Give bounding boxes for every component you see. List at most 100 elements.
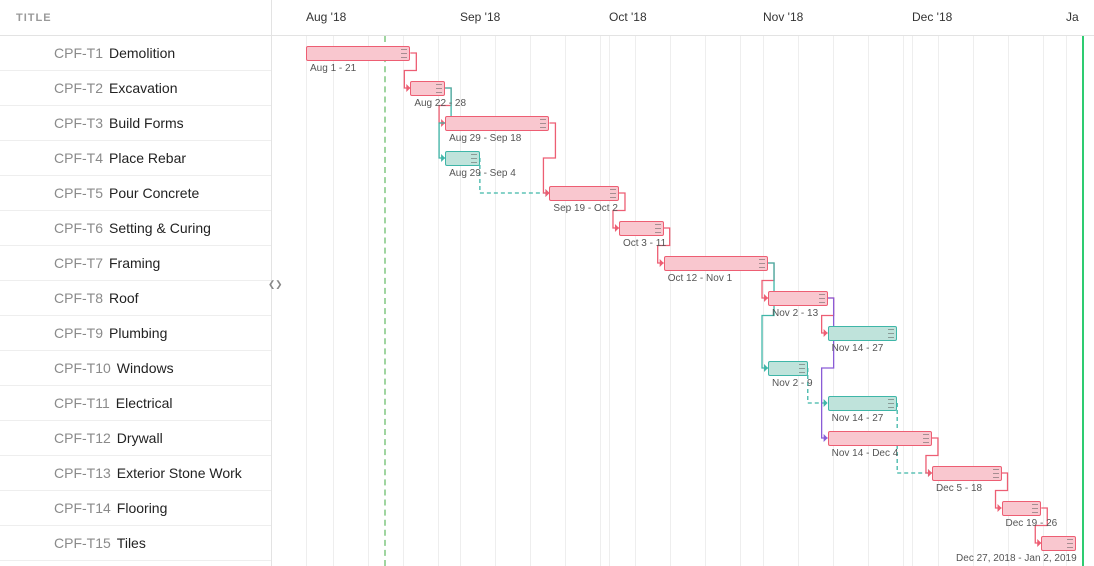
task-panel: TITLE CPF-T1DemolitionCPF-T2ExcavationCP…: [0, 0, 272, 566]
month-label: Sep '18: [460, 10, 500, 24]
timeline-panel: Aug '18 Sep '18 Oct '18 Nov '18 Dec '18 Ja Au…: [272, 0, 1094, 566]
task-name: Roof: [109, 290, 139, 306]
gantt-bar[interactable]: [828, 396, 898, 411]
gantt-bar[interactable]: [549, 186, 619, 201]
gantt-bars: Aug 1 - 21Aug 22 - 28Aug 29 - Sep 18Aug …: [272, 36, 1094, 566]
bar-row: Dec 27, 2018 - Jan 2, 2019: [272, 526, 1094, 561]
bar-row: Aug 29 - Sep 18: [272, 106, 1094, 141]
task-row[interactable]: CPF-T11 Electrical: [0, 386, 271, 421]
task-row[interactable]: CPF-T8 Roof: [0, 281, 271, 316]
bar-resize-handle-icon[interactable]: [655, 224, 661, 233]
gantt-app: TITLE CPF-T1DemolitionCPF-T2ExcavationCP…: [0, 0, 1094, 566]
task-code: CPF-T1: [54, 45, 103, 61]
task-row[interactable]: CPF-T15 Tiles: [0, 526, 271, 561]
bar-resize-handle-icon[interactable]: [923, 434, 929, 443]
task-code: CPF-T7: [54, 255, 103, 271]
task-row[interactable]: CPF-T13 Exterior Stone Work: [0, 456, 271, 491]
task-row[interactable]: CPF-T5 Pour Concrete: [0, 176, 271, 211]
bar-resize-handle-icon[interactable]: [993, 469, 999, 478]
task-row[interactable]: CPF-T6 Setting & Curing: [0, 211, 271, 246]
task-code: CPF-T4: [54, 150, 103, 166]
task-list: CPF-T1 Demolition CPF-T2 Excavation CPF-T3 Bu…: [0, 36, 271, 566]
task-name: Setting & Curing: [109, 220, 211, 236]
task-row[interactable]: CPF-T12Drywall: [0, 421, 271, 456]
gantt-bar[interactable]: [664, 256, 768, 271]
month-label: Oct '18: [609, 10, 647, 24]
task-code: CPF-T8: [54, 290, 103, 306]
task-code: CPF-T12: [54, 430, 111, 446]
task-name: Place Rebar: [109, 150, 186, 166]
bar-resize-handle-icon[interactable]: [888, 399, 894, 408]
gantt-bar[interactable]: [768, 291, 828, 306]
task-row[interactable]: CPF-T4 Place Rebar: [0, 141, 271, 176]
task-name: Tiles: [117, 535, 146, 551]
bar-resize-handle-icon[interactable]: [888, 329, 894, 338]
task-row[interactable]: CPF-T3 Build Forms: [0, 106, 271, 141]
bar-row: Nov 14 - Dec 4: [272, 421, 1094, 456]
task-code: CPF-T13: [54, 465, 111, 481]
bar-resize-handle-icon[interactable]: [540, 119, 546, 128]
task-code: CPF-T6: [54, 220, 103, 236]
bar-row: Dec 5 - 18: [272, 456, 1094, 491]
bar-resize-handle-icon[interactable]: [819, 294, 825, 303]
task-row[interactable]: CPF-T9 Plumbing: [0, 316, 271, 351]
task-code: CPF-T2: [54, 80, 103, 96]
bar-row: Nov 14 - 27: [272, 386, 1094, 421]
task-code: CPF-T3: [54, 115, 103, 131]
task-name: Pour Concrete: [109, 185, 199, 201]
task-row[interactable]: CPF-T1 Demolition: [0, 36, 271, 71]
gantt-bar[interactable]: [619, 221, 664, 236]
bar-resize-handle-icon[interactable]: [471, 154, 477, 163]
gantt-bar[interactable]: [1041, 536, 1076, 551]
gantt-bar[interactable]: [445, 151, 480, 166]
bar-resize-handle-icon[interactable]: [799, 364, 805, 373]
timeline-header: Aug '18 Sep '18 Oct '18 Nov '18 Dec '18 Ja: [272, 0, 1094, 36]
gantt-bar[interactable]: [828, 326, 898, 341]
task-row[interactable]: CPF-T10Windows: [0, 351, 271, 386]
panel-splitter-handle[interactable]: ❮❯: [268, 277, 276, 291]
title-column-header[interactable]: TITLE: [0, 0, 271, 36]
month-label: Ja: [1066, 10, 1079, 24]
gantt-bar[interactable]: [768, 361, 808, 376]
bar-row: Aug 1 - 21: [272, 36, 1094, 71]
task-row[interactable]: CPF-T2 Excavation: [0, 71, 271, 106]
task-row[interactable]: CPF-T14 Flooring: [0, 491, 271, 526]
bar-resize-handle-icon[interactable]: [759, 259, 765, 268]
task-code: CPF-T5: [54, 185, 103, 201]
task-name: Framing: [109, 255, 160, 271]
gantt-bar[interactable]: [410, 81, 445, 96]
bar-row: Nov 2 - 9: [272, 351, 1094, 386]
bar-row: Oct 3 - 11: [272, 211, 1094, 246]
task-name: Plumbing: [109, 325, 167, 341]
gantt-bar[interactable]: [306, 46, 410, 61]
gantt-bar[interactable]: [828, 431, 932, 446]
bar-row: Sep 19 - Oct 2: [272, 176, 1094, 211]
gantt-bar[interactable]: [445, 116, 549, 131]
task-code: CPF-T9: [54, 325, 103, 341]
month-label: Nov '18: [763, 10, 803, 24]
task-row[interactable]: CPF-T7 Framing: [0, 246, 271, 281]
gantt-bar[interactable]: [932, 466, 1002, 481]
task-code: CPF-T15: [54, 535, 111, 551]
bar-resize-handle-icon[interactable]: [1067, 539, 1073, 548]
task-name: Electrical: [116, 395, 173, 411]
bar-row: Oct 12 - Nov 1: [272, 246, 1094, 281]
bar-resize-handle-icon[interactable]: [436, 84, 442, 93]
task-name: Exterior Stone Work: [117, 465, 242, 481]
month-label: Aug '18: [306, 10, 346, 24]
task-name: Demolition: [109, 45, 175, 61]
bar-row: Nov 2 - 13: [272, 281, 1094, 316]
task-name: Windows: [117, 360, 174, 376]
task-name: Excavation: [109, 80, 177, 96]
gantt-bar[interactable]: [1002, 501, 1042, 516]
bar-resize-handle-icon[interactable]: [401, 49, 407, 58]
bar-row: Nov 14 - 27: [272, 316, 1094, 351]
bar-date-label: Dec 27, 2018 - Jan 2, 2019: [956, 553, 1077, 564]
task-code: CPF-T14: [54, 500, 111, 516]
bar-resize-handle-icon[interactable]: [610, 189, 616, 198]
bar-resize-handle-icon[interactable]: [1032, 504, 1038, 513]
task-code: CPF-T11: [54, 395, 110, 411]
month-label: Dec '18: [912, 10, 952, 24]
task-name: Flooring: [117, 500, 168, 516]
task-name: Build Forms: [109, 115, 184, 131]
